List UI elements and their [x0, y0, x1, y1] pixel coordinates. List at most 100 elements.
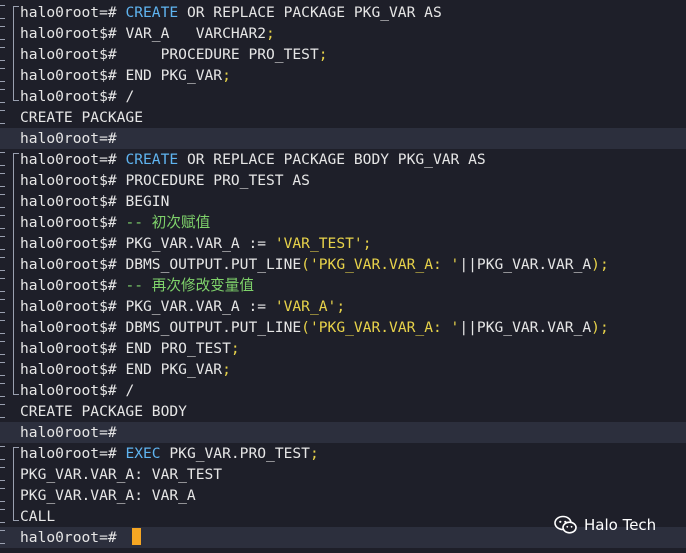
gutter-marker	[0, 44, 8, 65]
token-ident: /	[125, 382, 135, 399]
line-content: halo0root$# BEGIN	[20, 191, 169, 212]
command-group-bracket	[13, 170, 20, 191]
gutter-marker	[0, 443, 8, 464]
command-group-bracket	[13, 317, 20, 338]
prompt: halo0root=#	[20, 445, 126, 462]
line-content: halo0root=#	[20, 527, 142, 548]
watermark-text: Halo Tech	[584, 516, 657, 534]
prompt: halo0root$#	[20, 172, 126, 189]
line-content: halo0root$# PKG_VAR.VAR_A := 'VAR_TEST';	[20, 233, 371, 254]
line-content: CREATE PACKAGE BODY	[20, 401, 187, 422]
prompt: halo0root$#	[20, 298, 126, 315]
line-content: halo0root$# PROCEDURE PRO_TEST;	[20, 44, 328, 65]
line-content: halo0root=#	[20, 128, 125, 149]
command-group-bracket	[13, 506, 20, 527]
prompt: halo0root$#	[20, 340, 126, 357]
token-ident: BEGIN	[125, 193, 170, 210]
prompt: halo0root$#	[20, 25, 126, 42]
gutter-marker	[0, 191, 8, 212]
wechat-icon	[554, 515, 577, 534]
terminal-line: halo0root$# END PKG_VAR;	[0, 359, 686, 380]
gutter-marker	[0, 464, 8, 485]
terminal-line: halo0root$# END PKG_VAR;	[0, 65, 686, 86]
token-ident: PKG_VAR.PRO_TEST	[160, 445, 310, 462]
terminal-line: CREATE PACKAGE	[0, 107, 686, 128]
line-content: halo0root$# DBMS_OUTPUT.PUT_LINE('PKG_VA…	[20, 254, 609, 275]
command-group-bracket	[13, 212, 20, 233]
command-group-bracket	[13, 23, 20, 44]
line-content: halo0root=# EXEC PKG_VAR.PRO_TEST;	[20, 443, 319, 464]
terminal-line: halo0root$# -- 再次修改变量值	[0, 275, 686, 296]
gutter-marker	[0, 149, 8, 170]
command-group-bracket	[13, 359, 20, 380]
terminal-line: halo0root=# CREATE OR REPLACE PACKAGE BO…	[0, 149, 686, 170]
terminal-line: halo0root$# PROCEDURE PRO_TEST AS	[0, 170, 686, 191]
token-ident: PKG_VAR.VAR_A :=	[125, 298, 275, 315]
line-content: halo0root$# /	[20, 380, 134, 401]
text-cursor[interactable]	[132, 528, 142, 545]
terminal-window[interactable]: halo0root=# CREATE OR REPLACE PACKAGE PK…	[0, 0, 686, 553]
token-ident: DBMS_OUTPUT.PUT_LINE	[125, 256, 302, 273]
terminal-line: halo0root=#	[0, 128, 686, 149]
token-ident: END PKG_VAR	[125, 67, 223, 84]
gutter-marker	[0, 359, 8, 380]
token-string: 'PKG_VAR.VAR_A: '	[309, 319, 460, 336]
command-group-bracket	[13, 44, 20, 65]
gutter-marker	[0, 380, 8, 401]
terminal-line: CREATE PACKAGE BODY	[0, 401, 686, 422]
gutter-marker	[0, 275, 8, 296]
terminal-line: halo0root$# DBMS_OUTPUT.PUT_LINE('PKG_VA…	[0, 254, 686, 275]
prompt: halo0root$#	[20, 361, 126, 378]
token-output: CALL	[20, 508, 56, 525]
command-group-bracket	[13, 275, 20, 296]
token-kw: OR REPLACE PACKAGE BODY PKG_VAR AS	[178, 151, 486, 168]
token-ident: PKG_VAR.VAR_A	[476, 319, 592, 336]
gutter-marker	[0, 107, 8, 128]
prompt: halo0root$#	[20, 67, 126, 84]
prompt: halo0root$#	[20, 88, 126, 105]
command-group-bracket	[13, 380, 20, 401]
token-output: PKG_VAR.VAR_A: VAR_TEST	[20, 466, 223, 483]
gutter-marker	[0, 2, 8, 23]
line-content: halo0root$# PROCEDURE PRO_TEST AS	[20, 170, 310, 191]
gutter-marker	[0, 65, 8, 86]
token-output: PKG_VAR.VAR_A: VAR_A	[20, 487, 196, 504]
gutter-marker	[0, 233, 8, 254]
terminal-line: halo0root$# PKG_VAR.VAR_A := 'VAR_A';	[0, 296, 686, 317]
gutter-marker	[0, 506, 8, 527]
terminal-line: halo0root$# /	[0, 86, 686, 107]
token-punct: ;	[336, 298, 346, 315]
command-group-bracket	[13, 86, 20, 107]
terminal-line: halo0root=# CREATE OR REPLACE PACKAGE PK…	[0, 2, 686, 23]
token-punct: (	[301, 256, 310, 273]
prompt: halo0root$#	[20, 256, 126, 273]
gutter-marker	[0, 296, 8, 317]
token-ident: DBMS_OUTPUT.PUT_LINE	[125, 319, 302, 336]
prompt: halo0root$#	[20, 46, 126, 63]
terminal-line: halo0root$# -- 初次赋值	[0, 212, 686, 233]
line-content: PKG_VAR.VAR_A: VAR_TEST	[20, 464, 222, 485]
token-punct: ;	[309, 445, 319, 462]
command-group-bracket	[13, 191, 20, 212]
line-content: halo0root$# -- 初次赋值	[20, 212, 210, 233]
line-content: halo0root$# END PKG_VAR;	[20, 359, 231, 380]
token-ident: VAR_A VARCHAR2	[125, 25, 267, 42]
prompt: halo0root=#	[20, 424, 126, 441]
command-group-bracket	[13, 296, 20, 317]
terminal-line: halo0root$# END PRO_TEST;	[0, 338, 686, 359]
prompt: halo0root=#	[20, 529, 126, 546]
line-content: halo0root$# PKG_VAR.VAR_A := 'VAR_A';	[20, 296, 345, 317]
token-punct: ;	[222, 361, 231, 378]
token-ident: END PKG_VAR	[125, 361, 223, 378]
token-string: 'VAR_TEST'	[274, 235, 363, 252]
terminal-line: PKG_VAR.VAR_A: VAR_A	[0, 485, 686, 506]
prompt: halo0root=#	[20, 130, 126, 147]
watermark: Halo Tech	[554, 514, 656, 536]
line-content: PKG_VAR.VAR_A: VAR_A	[20, 485, 196, 506]
prompt: halo0root$#	[20, 214, 126, 231]
line-content: halo0root$# -- 再次修改变量值	[20, 275, 254, 296]
prompt: halo0root=#	[20, 4, 126, 21]
token-kw-blue: EXEC	[125, 445, 161, 462]
token-op: ||	[459, 256, 477, 273]
terminal-line: halo0root$# PROCEDURE PRO_TEST;	[0, 44, 686, 65]
